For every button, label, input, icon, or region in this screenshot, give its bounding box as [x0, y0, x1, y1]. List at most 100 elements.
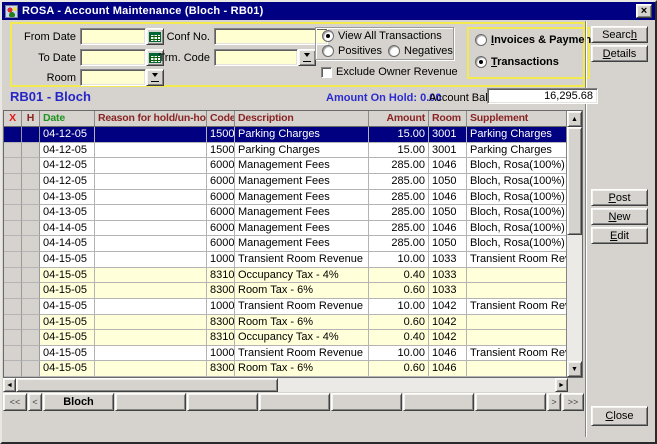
cell-amount: 0.60: [369, 315, 429, 331]
col-header-supplement[interactable]: Supplement: [467, 111, 566, 127]
scroll-right-button[interactable]: ►: [555, 378, 568, 392]
titlebar[interactable]: ROSA - Account Maintenance (Bloch - RB01…: [2, 2, 655, 20]
dropdown-bar: [151, 81, 159, 82]
scroll-down-button[interactable]: ▼: [567, 361, 582, 377]
scroll-up-button[interactable]: ▲: [567, 111, 582, 127]
col-header-room[interactable]: Room: [429, 111, 467, 127]
table-row[interactable]: 04-14-05 6000 Management Fees 285.00 105…: [4, 236, 566, 252]
cell-hold-h: [22, 252, 40, 268]
cell-room: 3001: [429, 143, 467, 159]
col-header-code[interactable]: Code: [207, 111, 235, 127]
account-tab[interactable]: [259, 393, 330, 411]
horizontal-scrollbar[interactable]: ◄ ►: [3, 378, 568, 392]
details-button[interactable]: Details: [591, 45, 648, 62]
account-tab[interactable]: [403, 393, 474, 411]
radio-icon[interactable]: [475, 34, 487, 46]
exclude-owner-revenue-checkbox[interactable]: Exclude Owner Revenue: [321, 66, 458, 78]
account-tab[interactable]: [475, 393, 546, 411]
cell-description: Management Fees: [235, 236, 369, 252]
cell-amount: 0.40: [369, 268, 429, 284]
col-header-x[interactable]: X: [4, 111, 22, 127]
radio-icon[interactable]: [475, 56, 487, 68]
cell-hold-h: [22, 127, 40, 143]
radio-positives[interactable]: Positives: [322, 45, 382, 57]
table-row[interactable]: 04-12-05 6000 Management Fees 285.00 104…: [4, 158, 566, 174]
cell-hold-h: [22, 330, 40, 346]
to-date-label: To Date: [14, 52, 76, 64]
cell-hold-x: [4, 330, 22, 346]
table-row[interactable]: 04-15-05 8310 Occupancy Tax - 4% 0.40 10…: [4, 330, 566, 346]
cell-code: 1500: [207, 143, 235, 159]
from-date-input[interactable]: [80, 28, 146, 45]
trm-code-dropdown-button[interactable]: [298, 49, 316, 66]
col-header-reason[interactable]: Reason for hold/un-hold: [95, 111, 207, 127]
window-close-button[interactable]: ×: [636, 4, 652, 18]
cell-description: Management Fees: [235, 221, 369, 237]
app-icon: [5, 5, 18, 18]
table-row[interactable]: 04-12-05 1500 Parking Charges 15.00 3001…: [4, 127, 566, 143]
from-date-label: From Date: [14, 31, 76, 43]
checkbox-icon[interactable]: [321, 67, 332, 78]
table-row[interactable]: 04-15-05 8310 Occupancy Tax - 4% 0.40 10…: [4, 268, 566, 284]
radio-view-all-transactions[interactable]: View All Transactions: [322, 30, 442, 42]
conf-no-input[interactable]: [214, 28, 328, 45]
col-header-description[interactable]: Description: [235, 111, 369, 127]
table-row[interactable]: 04-15-05 1000 Transient Room Revenue 10.…: [4, 299, 566, 315]
radio-negatives[interactable]: Negatives: [388, 45, 453, 57]
details-button-label: Details: [603, 48, 637, 60]
trm-code-input[interactable]: [214, 49, 298, 66]
col-header-amount[interactable]: Amount: [369, 111, 429, 127]
col-header-date[interactable]: Date: [40, 111, 95, 127]
table-row[interactable]: 04-15-05 8300 Room Tax - 6% 0.60 1042: [4, 315, 566, 331]
to-date-input[interactable]: [80, 49, 146, 66]
dropdown-bar: [303, 61, 311, 62]
cell-code: 8310: [207, 268, 235, 284]
table-row[interactable]: 04-15-05 8300 Room Tax - 6% 0.60 1046: [4, 361, 566, 377]
post-button[interactable]: Post: [591, 189, 648, 206]
room-label: Room: [14, 72, 76, 84]
table-row[interactable]: 04-13-05 6000 Management Fees 285.00 104…: [4, 190, 566, 206]
cell-date: 04-13-05: [40, 190, 95, 206]
new-button[interactable]: New: [591, 208, 648, 225]
cell-date: 04-15-05: [40, 268, 95, 284]
filter-panel: From Date To Date Room Conf No. Trm. Cod…: [10, 22, 585, 87]
cell-date: 04-14-05: [40, 236, 95, 252]
account-tab[interactable]: Bloch: [43, 393, 114, 411]
table-row[interactable]: 04-15-05 1000 Transient Room Revenue 10.…: [4, 252, 566, 268]
vertical-scrollbar[interactable]: ▲ ▼: [566, 111, 582, 377]
room-dropdown-button[interactable]: [146, 69, 164, 86]
radio-icon[interactable]: [322, 45, 334, 57]
search-button[interactable]: Search: [591, 26, 648, 43]
radio-icon[interactable]: [322, 30, 334, 42]
next-account-button[interactable]: >: [547, 393, 561, 411]
radio-invoices-payments[interactable]: Invoices & Payments: [475, 34, 601, 46]
col-header-h[interactable]: H: [22, 111, 40, 127]
edit-button[interactable]: Edit: [591, 227, 648, 244]
last-account-button[interactable]: >>: [562, 393, 584, 411]
close-button[interactable]: Close: [591, 406, 648, 426]
radio-icon[interactable]: [388, 45, 400, 57]
table-row[interactable]: 04-15-05 8300 Room Tax - 6% 0.60 1033: [4, 283, 566, 299]
cell-date: 04-15-05: [40, 299, 95, 315]
scroll-left-button[interactable]: ◄: [3, 378, 16, 392]
radio-transactions[interactable]: Transactions: [475, 56, 559, 68]
cell-hold-h: [22, 346, 40, 362]
cell-supplement: Parking Charges: [467, 127, 566, 143]
table-row[interactable]: 04-14-05 6000 Management Fees 285.00 104…: [4, 221, 566, 237]
account-tab[interactable]: [115, 393, 186, 411]
cell-supplement: Transient Room Reven: [467, 346, 566, 362]
cell-hold-x: [4, 143, 22, 159]
cell-description: Occupancy Tax - 4%: [235, 268, 369, 284]
table-row[interactable]: 04-15-05 1000 Transient Room Revenue 10.…: [4, 346, 566, 362]
account-tab[interactable]: [187, 393, 258, 411]
room-input[interactable]: [80, 69, 146, 86]
horizontal-scroll-thumb[interactable]: [16, 378, 278, 392]
account-tab[interactable]: [331, 393, 402, 411]
prev-account-button[interactable]: <: [28, 393, 42, 411]
table-row[interactable]: 04-12-05 6000 Management Fees 285.00 105…: [4, 174, 566, 190]
first-account-button[interactable]: <<: [3, 393, 27, 411]
vertical-scroll-thumb[interactable]: [567, 127, 582, 235]
table-row[interactable]: 04-12-05 1500 Parking Charges 15.00 3001…: [4, 143, 566, 159]
table-row[interactable]: 04-13-05 6000 Management Fees 285.00 105…: [4, 205, 566, 221]
cell-code: 6000: [207, 236, 235, 252]
